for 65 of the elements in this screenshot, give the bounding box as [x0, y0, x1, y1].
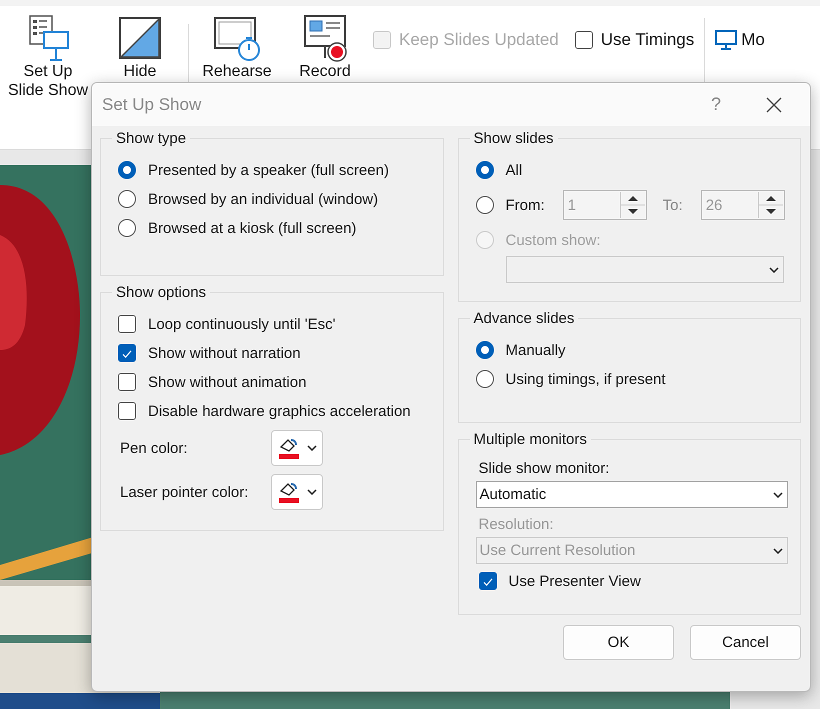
field-value: 1 — [568, 196, 576, 214]
group-title: Show type — [115, 130, 188, 147]
field-label: Laser pointer color: — [119, 484, 250, 500]
radio-button[interactable] — [476, 341, 494, 359]
dialog-button[interactable]: OK — [563, 625, 674, 660]
color-picker-button[interactable] — [271, 474, 323, 510]
ribbon-button[interactable]: Set Up Slide Show — [0, 14, 96, 100]
checkbox-label: Disable hardware graphics acceleration — [148, 402, 411, 420]
ribbon-button-label: Set Up Slide Show — [8, 62, 88, 100]
checkbox[interactable] — [118, 315, 136, 333]
dialog-button[interactable]: Cancel — [690, 625, 801, 660]
field-label: To: — [662, 196, 683, 214]
checkbox[interactable] — [478, 572, 496, 590]
group-title: Show slides — [472, 130, 555, 147]
ribbon-button[interactable]: Mo — [715, 14, 765, 50]
radio-button[interactable] — [476, 161, 494, 179]
ribbon-button-label: Record — [299, 62, 351, 81]
checkbox-label: Use Timings — [600, 30, 694, 50]
group-title: Advance slides — [472, 310, 576, 327]
checkbox[interactable] — [574, 31, 593, 49]
chevron-down-icon — [307, 489, 317, 495]
checkbox[interactable] — [118, 344, 136, 362]
radio-label: Browsed by an individual (window) — [148, 190, 378, 208]
chevron-down-icon — [773, 492, 783, 498]
radio-button[interactable] — [476, 370, 494, 388]
monitor-icon — [715, 30, 738, 50]
ribbon-button-label: Rehearse — [202, 62, 272, 81]
field-label: Slide show monitor: — [478, 460, 610, 477]
stopwatch-icon — [213, 14, 261, 62]
ribbon-button[interactable]: Record — [281, 14, 369, 81]
radio-label: Presented by a speaker (full screen) — [148, 162, 389, 178]
ribbon-button[interactable]: Rehearse — [193, 14, 281, 81]
radio-button[interactable] — [118, 190, 136, 208]
radio-label: From: — [506, 196, 545, 214]
radio-button[interactable] — [476, 196, 494, 214]
checkbox-label: Loop continuously until 'Esc' — [148, 316, 336, 332]
color-picker-button[interactable] — [271, 430, 323, 466]
checkbox-label: Use Presenter View — [508, 572, 641, 590]
radio-label: Manually — [506, 342, 566, 358]
checkbox-label: Show without animation — [148, 374, 306, 390]
field-label: Resolution: — [478, 516, 555, 533]
hidden-slide-icon — [116, 14, 164, 62]
group-title: Show options — [115, 284, 208, 301]
checkbox[interactable] — [118, 402, 136, 420]
field-label: Pen color: — [119, 440, 189, 456]
chevron-down-icon — [768, 266, 778, 272]
radio-label: Custom show: — [506, 232, 601, 248]
chevron-down-icon — [773, 548, 783, 554]
radio-label: Browsed at a kiosk (full screen) — [148, 220, 356, 236]
ribbon-button-label: Hide — [124, 62, 156, 81]
field-value: 26 — [706, 196, 722, 214]
record-slide-icon — [301, 14, 349, 62]
radio-button[interactable] — [118, 161, 136, 179]
radio-label: Using timings, if present — [506, 370, 666, 388]
dropdown[interactable]: Automatic — [476, 481, 788, 508]
ribbon-button[interactable]: Hide — [96, 14, 184, 81]
checkbox-label: Keep Slides Updated — [399, 30, 559, 50]
chevron-down-icon — [307, 445, 317, 451]
radio-button[interactable] — [118, 219, 136, 237]
group-title: Multiple monitors — [472, 431, 588, 448]
checkbox[interactable] — [118, 373, 136, 391]
close-icon — [766, 96, 782, 112]
radio-label: All — [506, 162, 522, 178]
checkbox-label: Show without narration — [148, 344, 301, 362]
dialog-title: Set Up Show — [102, 94, 202, 114]
